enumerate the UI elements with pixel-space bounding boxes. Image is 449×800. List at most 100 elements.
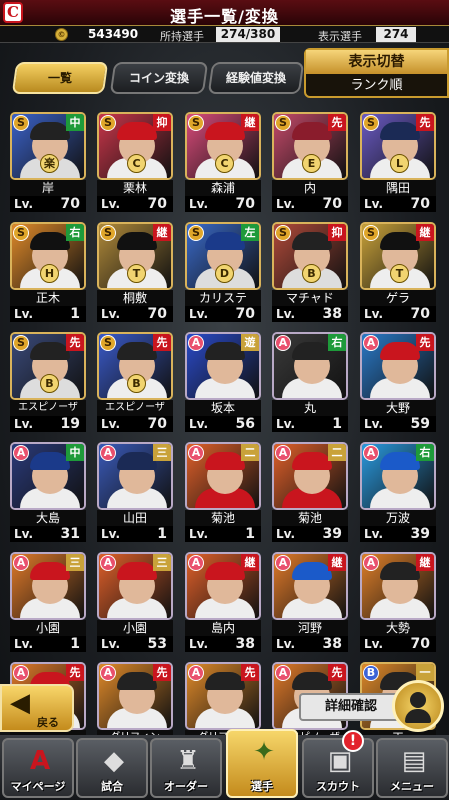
team-emblem: D: [215, 264, 234, 283]
position-badge: 先: [416, 334, 434, 351]
player-level: Lv. 19: [10, 416, 86, 432]
page-title: 選手一覧/変換: [170, 7, 279, 26]
player-card[interactable]: S 先 L 隅田 Lv. 70: [360, 112, 436, 212]
player-level: Lv. 31: [10, 526, 86, 542]
player-level: Lv. 1: [185, 526, 261, 542]
rank-badge: S: [13, 335, 29, 351]
player-card[interactable]: A 遊坂本 Lv. 56: [185, 332, 261, 432]
back-button[interactable]: ◀ 戻る: [0, 684, 74, 732]
player-card[interactable]: A 継大勢 Lv. 70: [360, 552, 436, 652]
player-card[interactable]: S 中楽岸 Lv. 70: [10, 112, 86, 212]
rank-badge: A: [188, 445, 204, 461]
player-card[interactable]: A 三山田 Lv. 1: [97, 442, 173, 542]
nav-players[interactable]: ✦ 選手: [226, 729, 298, 798]
player-card[interactable]: S 継 T ゲラ Lv. 70: [360, 222, 436, 322]
rank-badge: A: [363, 555, 379, 571]
player-photo: A右: [360, 442, 436, 510]
position-badge: 先: [153, 334, 171, 351]
position-badge: 先: [153, 664, 171, 681]
display-toggle[interactable]: 表示切替 ランク順: [304, 48, 449, 98]
player-name: 坂本: [185, 400, 261, 416]
player-card[interactable]: S 継 T 桐敷 Lv. 70: [97, 222, 173, 322]
detail-button[interactable]: 詳細確認: [299, 693, 403, 721]
player-card[interactable]: A 右万波 Lv. 39: [360, 442, 436, 542]
player-name: 森浦: [185, 180, 261, 196]
player-photo: A三: [10, 552, 86, 620]
player-card[interactable]: A 継島内 Lv. 38: [185, 552, 261, 652]
position-badge: 右: [328, 334, 346, 351]
player-level: Lv. 59: [360, 416, 436, 432]
player-card[interactable]: S 継 C 森浦 Lv. 70: [185, 112, 261, 212]
rank-badge: S: [275, 225, 291, 241]
rank-badge: A: [100, 555, 116, 571]
nav-menu[interactable]: ▤ メニュー: [376, 738, 448, 798]
detail-player-icon[interactable]: [392, 680, 444, 732]
player-card[interactable]: S 先 B エスピノーザ Lv. 70: [97, 332, 173, 432]
position-badge: 三: [66, 554, 84, 571]
position-badge: 継: [241, 554, 259, 571]
player-level: Lv. 70: [97, 416, 173, 432]
player-photo: S 先 B: [97, 332, 173, 400]
player-name: 桐敷: [97, 290, 173, 306]
player-photo: A中: [10, 442, 86, 510]
player-card[interactable]: A 三小園 Lv. 1: [10, 552, 86, 652]
rank-badge: S: [13, 225, 29, 241]
scout-notification-badge: !: [342, 730, 364, 752]
rank-badge: S: [363, 225, 379, 241]
header-bar: C 選手一覧/変換: [0, 0, 449, 26]
player-photo: S 継 C: [185, 112, 261, 180]
tab-coin-convert[interactable]: コイン変換: [109, 62, 209, 94]
bottom-nav: A マイページ ◆ 試合 ♜ オーダー ✦ 選手 ▣ スカウト ▤ メニュー: [0, 729, 449, 800]
position-badge: 中: [66, 444, 84, 461]
info-bar: © 543490 所持選手 274/380 表示選手 274: [0, 26, 449, 43]
player-card[interactable]: S 先 B エスピノーザ Lv. 19: [10, 332, 86, 432]
player-card[interactable]: A 先大野 Lv. 59: [360, 332, 436, 432]
player-photo: S 先 B: [10, 332, 86, 400]
player-card[interactable]: A 三小園 Lv. 53: [97, 552, 173, 652]
tab-list[interactable]: 一覧: [11, 62, 109, 94]
nav-order[interactable]: ♜ オーダー: [150, 738, 222, 798]
player-name: 岸: [10, 180, 86, 196]
player-level: Lv. 70: [360, 636, 436, 652]
player-photo: A継: [185, 552, 261, 620]
player-card[interactable]: A 二菊池 Lv. 39: [272, 442, 348, 542]
player-card[interactable]: A 右丸 Lv. 1: [272, 332, 348, 432]
rank-badge: B: [363, 665, 379, 681]
player-card[interactable]: S 抑 B マチャド Lv. 38: [272, 222, 348, 322]
rank-badge: A: [188, 665, 204, 681]
position-badge: 三: [153, 554, 171, 571]
player-card[interactable]: A 二菊池 Lv. 1: [185, 442, 261, 542]
rank-badge: A: [275, 445, 291, 461]
player-card[interactable]: S 先 E 内 Lv. 70: [272, 112, 348, 212]
rank-badge: A: [188, 335, 204, 351]
player-name: マチャド: [272, 290, 348, 306]
back-arrow-icon: ◀: [10, 688, 30, 718]
player-photo: S 先 L: [360, 112, 436, 180]
player-name: 河野: [272, 620, 348, 636]
nav-mypage[interactable]: A マイページ: [2, 738, 74, 798]
player-photo: A二: [272, 442, 348, 510]
player-card[interactable]: S 右 H 正木 Lv. 1: [10, 222, 86, 322]
owned-count: 274/380: [216, 27, 280, 42]
position-badge: 抑: [153, 114, 171, 131]
coin-count: 543490: [88, 27, 139, 41]
player-level: Lv. 1: [97, 526, 173, 542]
player-card[interactable]: S 抑 C 栗林 Lv. 70: [97, 112, 173, 212]
player-photo: S 継 T: [360, 222, 436, 290]
player-card[interactable]: A 継河野 Lv. 38: [272, 552, 348, 652]
player-card[interactable]: A 中大島 Lv. 31: [10, 442, 86, 542]
position-badge: 先: [416, 114, 434, 131]
team-emblem: 楽: [40, 154, 59, 173]
team-emblem: C: [127, 154, 146, 173]
coin-icon: ©: [55, 28, 68, 41]
nav-scout[interactable]: ▣ スカウト: [302, 738, 374, 798]
player-name: 大勢: [360, 620, 436, 636]
shown-label: 表示選手: [318, 30, 362, 43]
player-level: Lv. 53: [97, 636, 173, 652]
player-photo: S 継 T: [97, 222, 173, 290]
player-name: 隅田: [360, 180, 436, 196]
nav-game[interactable]: ◆ 試合: [76, 738, 148, 798]
player-level: Lv. 1: [10, 636, 86, 652]
tab-exp-convert[interactable]: 経験値変換: [207, 62, 305, 94]
player-card[interactable]: S 左 D カリステ Lv. 70: [185, 222, 261, 322]
